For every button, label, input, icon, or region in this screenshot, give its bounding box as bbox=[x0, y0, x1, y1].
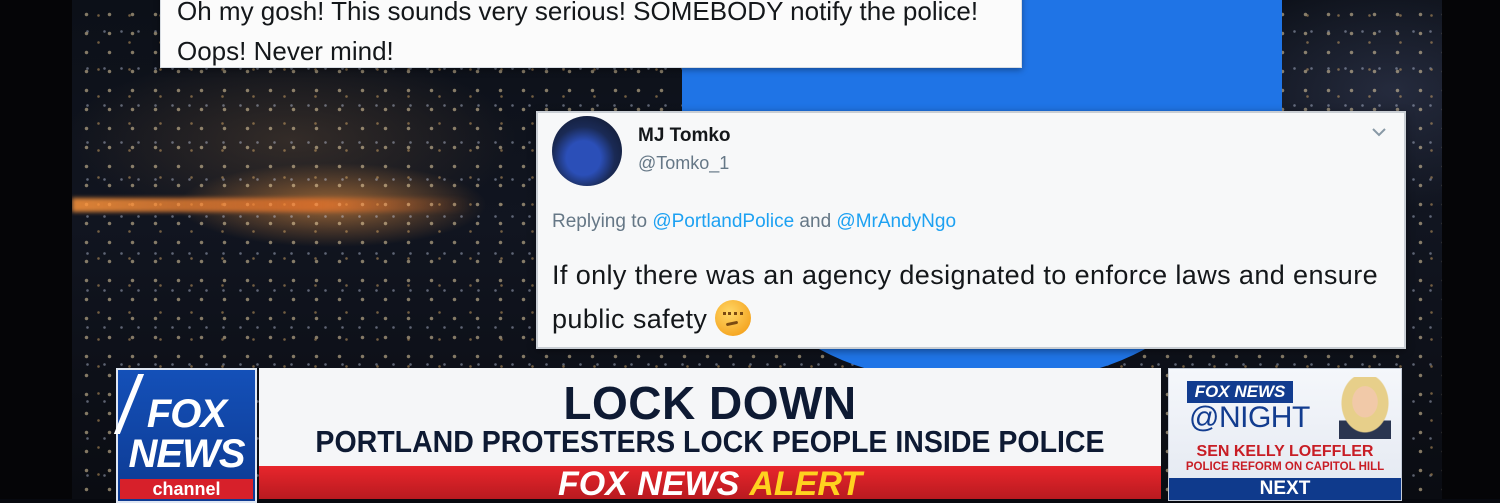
promo-guest-name: SEN KELLY LOEFFLER bbox=[1196, 443, 1374, 460]
guest-portrait bbox=[1339, 377, 1391, 439]
fox-news-alert-bar: FOX NEWS ALERT bbox=[259, 466, 1161, 502]
promo-show-title: @NIGHT bbox=[1189, 401, 1310, 434]
reply-context: Replying to @PortlandPolice and @MrAndyN… bbox=[552, 211, 956, 233]
logo-channel-text: channel bbox=[120, 479, 253, 499]
chyron-headline-box: LOCK DOWN PORTLAND PROTESTERS LOCK PEOPL… bbox=[259, 368, 1161, 495]
tweet-card-main: MJ Tomko @Tomko_1 Replying to @PortlandP… bbox=[536, 111, 1406, 349]
reply-and: and bbox=[794, 211, 837, 232]
reply-prefix: Replying to bbox=[552, 211, 653, 232]
thinking-face-icon bbox=[715, 300, 752, 336]
tweet-card-top: Oh my gosh! This sounds very serious! SO… bbox=[160, 0, 1022, 68]
lit-bridge bbox=[72, 198, 472, 212]
logo-news-text: NEWS bbox=[128, 432, 246, 476]
tweet-body: If only there was an agency designated t… bbox=[552, 253, 1392, 341]
alert-word: ALERT bbox=[749, 465, 863, 503]
promo-brand: FOX NEWS bbox=[1187, 381, 1293, 403]
chevron-down-icon bbox=[1372, 128, 1386, 137]
promo-topic: POLICE REFORM ON CAPITOL HILL bbox=[1185, 461, 1385, 473]
tweet-top-text: Oh my gosh! This sounds very serious! SO… bbox=[177, 0, 979, 66]
logo-fox-text: FOX bbox=[146, 392, 227, 436]
tweet-body-text: If only there was an agency designated t… bbox=[552, 260, 1379, 334]
next-show-promo: FOX NEWS @NIGHT SEN KELLY LOEFFLER POLIC… bbox=[1168, 368, 1402, 501]
fox-news-channel-logo: FOX NEWS channel bbox=[113, 368, 257, 503]
tweet-display-name: MJ Tomko bbox=[638, 125, 731, 146]
tweet-handle: @Tomko_1 bbox=[638, 153, 730, 173]
tv-bezel-right bbox=[1442, 0, 1500, 499]
alert-brand: FOX NEWS bbox=[557, 465, 740, 503]
promo-next-label: NEXT bbox=[1169, 478, 1401, 500]
mention-link-portlandpolice: @PortlandPolice bbox=[652, 211, 795, 232]
mention-link-mrandyngo: @MrAndyNgo bbox=[836, 211, 957, 232]
avatar bbox=[552, 116, 622, 186]
chyron-headline: LOCK DOWN bbox=[563, 377, 857, 429]
tv-bezel-left bbox=[0, 0, 72, 499]
